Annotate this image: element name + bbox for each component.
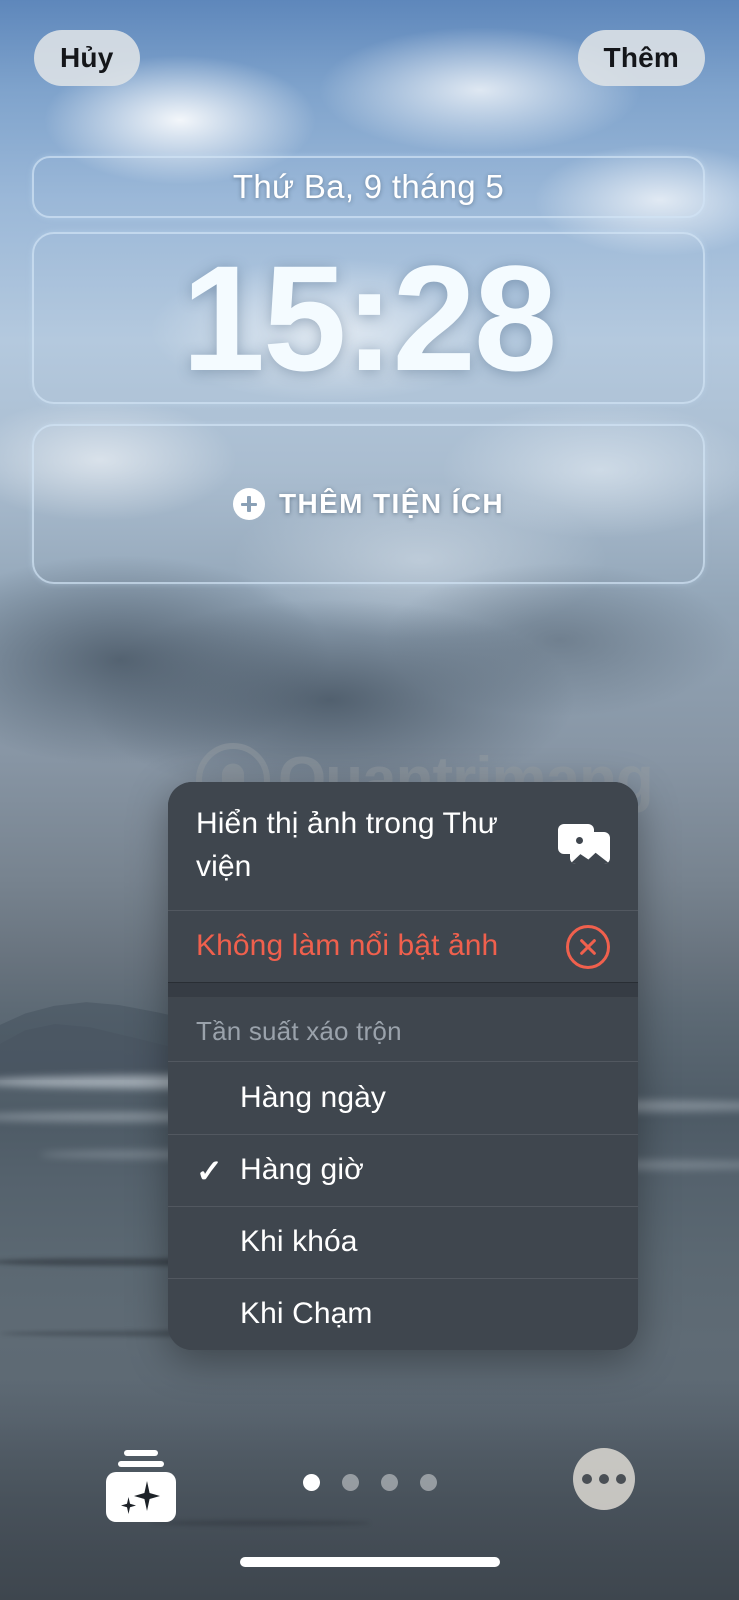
menu-option-on-lock-label: Khi khóa — [240, 1225, 358, 1259]
photo-shuffle-button[interactable] — [104, 1448, 178, 1522]
menu-option-on-tap-label: Khi Chạm — [240, 1297, 373, 1331]
cancel-button[interactable]: Hủy — [34, 30, 140, 86]
menu-item-unfeature-photo[interactable]: Không làm nổi bật ảnh — [168, 910, 638, 982]
editor-bottom-bar — [0, 1448, 739, 1528]
date-text: Thứ Ba, 9 tháng 5 — [232, 168, 505, 205]
menu-item-show-in-library-label: Hiển thị ảnh trong Thư viện — [196, 807, 498, 883]
menu-option-daily[interactable]: ✓ Hàng ngày — [168, 1062, 638, 1134]
menu-option-hourly-label: Hàng giờ — [240, 1153, 364, 1187]
menu-option-hourly[interactable]: ✓ Hàng giờ — [168, 1134, 638, 1206]
page-dot-2[interactable] — [341, 1474, 359, 1491]
photo-shuffle-context-menu: Hiển thị ảnh trong Thư viện Không làm nổ… — [168, 782, 638, 1350]
menu-section-header-label: Tần suất xáo trộn — [196, 1016, 402, 1046]
clock-widget-slot[interactable]: 15:28 — [32, 232, 705, 404]
menu-group-separator — [168, 982, 638, 998]
menu-section-header-shuffle-frequency: Tần suất xáo trộn — [168, 998, 638, 1062]
lock-screen-editor: Hủy Thêm Thứ Ba, 9 tháng 5 15:28 THÊM TI… — [0, 0, 739, 1600]
menu-item-unfeature-photo-label: Không làm nổi bật ảnh — [196, 929, 499, 963]
page-indicator — [302, 1474, 437, 1491]
more-options-button[interactable] — [573, 1448, 635, 1510]
home-indicator[interactable] — [239, 1557, 500, 1567]
page-dot-1[interactable] — [302, 1474, 320, 1491]
menu-item-show-in-library[interactable]: Hiển thị ảnh trong Thư viện — [168, 782, 638, 910]
plus-circle-icon — [232, 488, 265, 520]
x-circle-icon — [566, 924, 610, 969]
add-widgets-content: THÊM TIỆN ÍCH — [232, 488, 505, 520]
checkmark-icon: ✓ — [196, 1152, 223, 1189]
add-widgets-label: THÊM TIỆN ÍCH — [278, 488, 505, 519]
add-widgets-slot[interactable]: THÊM TIỆN ÍCH — [32, 424, 705, 584]
editor-top-bar: Hủy Thêm — [0, 30, 739, 90]
add-button[interactable]: Thêm — [577, 30, 705, 86]
date-widget-slot[interactable]: Thứ Ba, 9 tháng 5 — [32, 156, 705, 218]
photos-library-icon — [558, 822, 610, 870]
ellipsis-icon — [582, 1474, 592, 1484]
menu-option-on-tap[interactable]: ✓ Khi Chạm — [168, 1278, 638, 1350]
menu-option-on-lock[interactable]: ✓ Khi khóa — [168, 1206, 638, 1278]
page-dot-4[interactable] — [419, 1474, 437, 1491]
menu-option-daily-label: Hàng ngày — [240, 1080, 387, 1114]
photo-shuffle-icon — [124, 1450, 158, 1456]
page-dot-3[interactable] — [380, 1474, 398, 1491]
clock-time: 15:28 — [181, 234, 558, 402]
